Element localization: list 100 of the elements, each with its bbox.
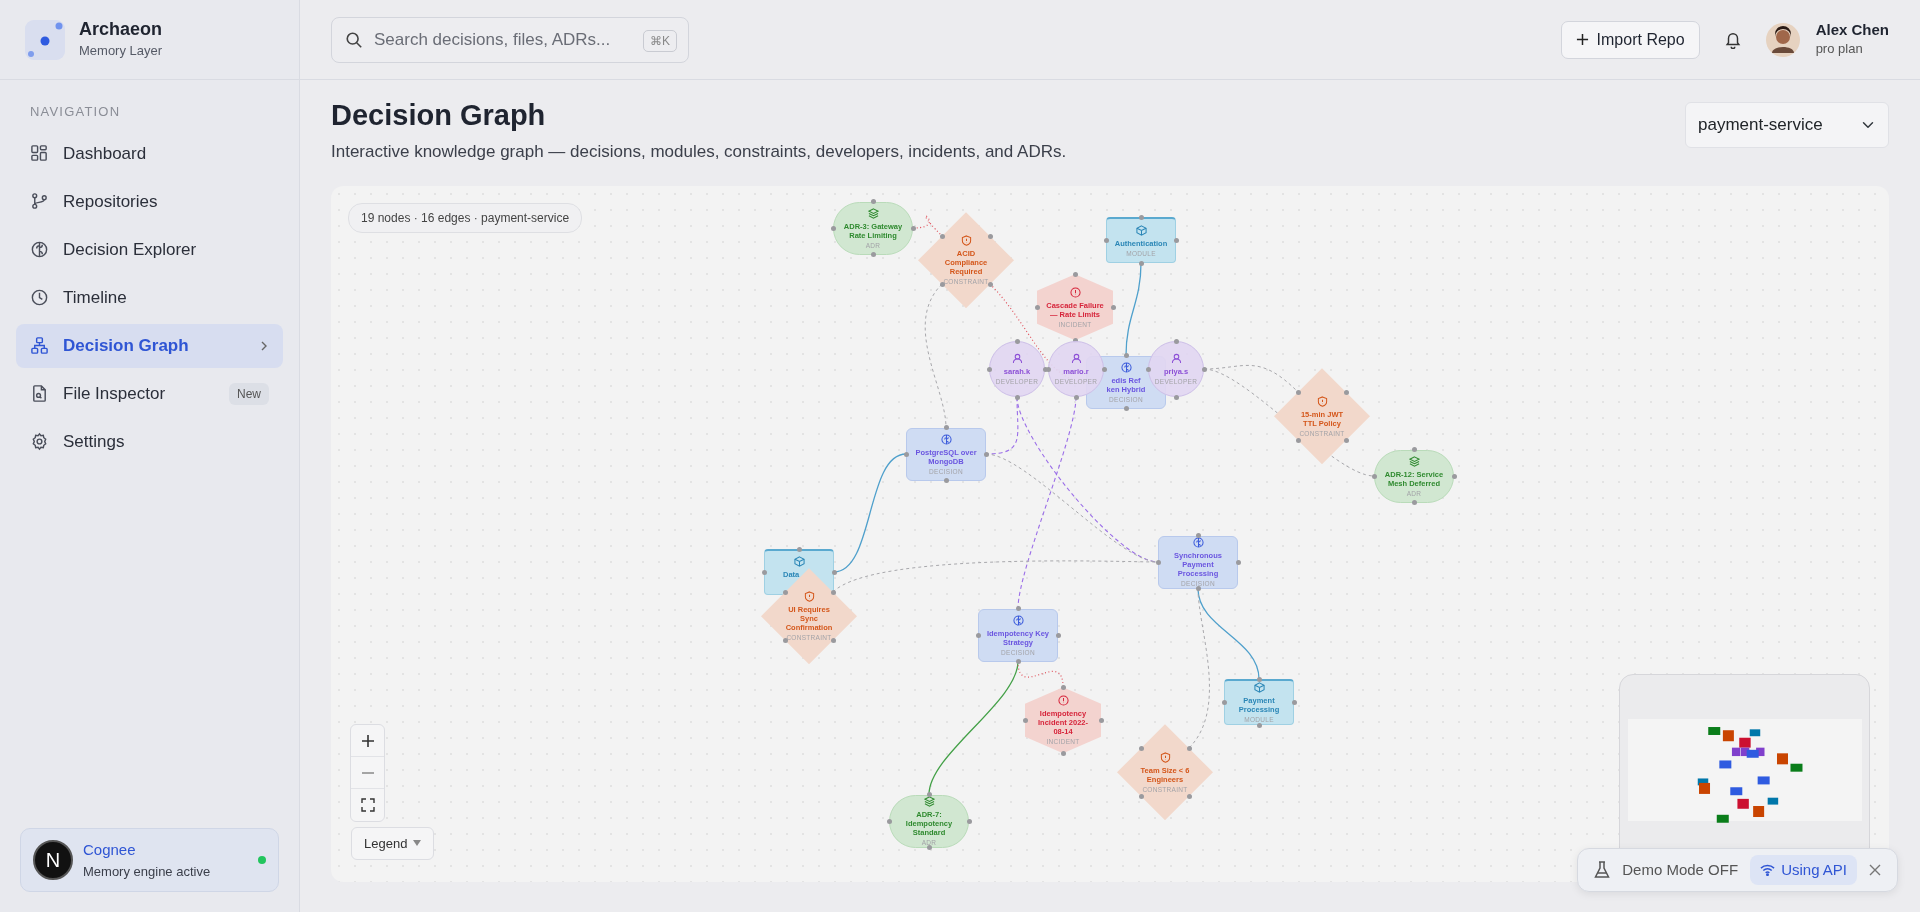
user-icon bbox=[1170, 353, 1182, 365]
connection-handle[interactable] bbox=[782, 637, 788, 643]
connection-handle[interactable] bbox=[870, 252, 876, 258]
layers-icon bbox=[923, 796, 935, 808]
connection-handle[interactable] bbox=[1186, 793, 1192, 799]
connection-handle[interactable] bbox=[987, 233, 993, 239]
connection-handle[interactable] bbox=[1060, 750, 1066, 756]
connection-handle[interactable] bbox=[975, 632, 981, 638]
connection-handle[interactable] bbox=[831, 569, 837, 575]
legend-button[interactable]: Legend bbox=[351, 826, 435, 860]
nav-item[interactable]: Decision Graph bbox=[16, 323, 283, 368]
plus-icon bbox=[359, 732, 376, 749]
connection-handle[interactable] bbox=[986, 366, 992, 372]
grid-icon bbox=[30, 144, 49, 163]
connection-handle[interactable] bbox=[1123, 353, 1129, 359]
shield-icon bbox=[1316, 395, 1328, 407]
connection-handle[interactable] bbox=[830, 589, 836, 595]
connection-handle[interactable] bbox=[1411, 447, 1417, 453]
connection-handle[interactable] bbox=[1343, 389, 1349, 395]
connection-handle[interactable] bbox=[870, 199, 876, 205]
connection-handle[interactable] bbox=[1138, 793, 1144, 799]
connection-handle[interactable] bbox=[1295, 437, 1301, 443]
connection-handle[interactable] bbox=[1295, 389, 1301, 395]
connection-handle[interactable] bbox=[1371, 473, 1377, 479]
notification-bell-icon[interactable] bbox=[1723, 30, 1742, 49]
nav-item[interactable]: File Inspector New bbox=[16, 371, 283, 416]
connection-handle[interactable] bbox=[1138, 214, 1144, 220]
connection-handle[interactable] bbox=[1015, 659, 1021, 665]
connection-handle[interactable] bbox=[761, 569, 767, 575]
gear-icon bbox=[30, 432, 49, 451]
connection-handle[interactable] bbox=[1173, 237, 1179, 243]
api-label: Using API bbox=[1781, 859, 1847, 880]
connection-handle[interactable] bbox=[943, 478, 949, 484]
connection-handle[interactable] bbox=[1098, 717, 1104, 723]
connection-handle[interactable] bbox=[966, 818, 972, 824]
connection-handle[interactable] bbox=[1173, 338, 1179, 344]
connection-handle[interactable] bbox=[1022, 717, 1028, 723]
connection-handle[interactable] bbox=[1055, 632, 1061, 638]
connection-handle[interactable] bbox=[1015, 606, 1021, 612]
connection-handle[interactable] bbox=[1138, 260, 1144, 266]
repository-select[interactable]: payment-service bbox=[1685, 102, 1889, 148]
nav-item[interactable]: Decision Explorer bbox=[16, 227, 283, 272]
connection-handle[interactable] bbox=[1451, 473, 1457, 479]
connection-handle[interactable] bbox=[1014, 394, 1020, 400]
user-name: Alex Chen bbox=[1815, 20, 1889, 39]
close-button[interactable] bbox=[1869, 864, 1881, 876]
connection-handle[interactable] bbox=[1411, 500, 1417, 506]
connection-handle[interactable] bbox=[943, 425, 949, 431]
connection-handle[interactable] bbox=[910, 225, 916, 231]
connection-handle[interactable] bbox=[983, 451, 989, 457]
user-icon bbox=[1070, 353, 1082, 365]
connection-handle[interactable] bbox=[926, 845, 932, 851]
connection-handle[interactable] bbox=[926, 792, 932, 798]
connection-handle[interactable] bbox=[1195, 586, 1201, 592]
connection-handle[interactable] bbox=[1186, 745, 1192, 751]
app-tagline: Memory Layer bbox=[79, 41, 163, 60]
connection-handle[interactable] bbox=[1060, 684, 1066, 690]
connection-handle[interactable] bbox=[1201, 366, 1207, 372]
connection-handle[interactable] bbox=[1221, 699, 1227, 705]
brain-icon bbox=[30, 240, 49, 259]
connection-handle[interactable] bbox=[1073, 394, 1079, 400]
engine-name: Cognee bbox=[83, 840, 137, 860]
connection-handle[interactable] bbox=[1034, 304, 1040, 310]
connection-handle[interactable] bbox=[796, 546, 802, 552]
hierarchy-icon bbox=[30, 336, 49, 355]
connection-handle[interactable] bbox=[1256, 722, 1262, 728]
demo-mode-label: Demo Mode OFF bbox=[1622, 859, 1739, 880]
connection-handle[interactable] bbox=[1235, 559, 1241, 565]
connection-handle[interactable] bbox=[782, 589, 788, 595]
connection-handle[interactable] bbox=[1138, 745, 1144, 751]
connection-handle[interactable] bbox=[1072, 271, 1078, 277]
connection-handle[interactable] bbox=[886, 818, 892, 824]
fullscreen-icon bbox=[360, 798, 375, 812]
connection-handle[interactable] bbox=[1155, 559, 1161, 565]
connection-handle[interactable] bbox=[1014, 338, 1020, 344]
nav-item[interactable]: Repositories bbox=[16, 179, 283, 224]
connection-handle[interactable] bbox=[987, 281, 993, 287]
connection-handle[interactable] bbox=[1195, 533, 1201, 539]
shield-icon bbox=[803, 591, 815, 603]
connection-handle[interactable] bbox=[903, 451, 909, 457]
connection-handle[interactable] bbox=[1072, 337, 1078, 343]
import-button[interactable]: Import Repo bbox=[1560, 20, 1700, 59]
nav-item[interactable]: Dashboard bbox=[16, 131, 283, 176]
brain-icon bbox=[1120, 361, 1132, 373]
connection-handle[interactable] bbox=[1103, 237, 1109, 243]
connection-handle[interactable] bbox=[939, 233, 945, 239]
nav-item[interactable]: Timeline bbox=[16, 275, 283, 320]
connection-handle[interactable] bbox=[830, 637, 836, 643]
user-avatar[interactable] bbox=[1765, 22, 1800, 57]
connection-handle[interactable] bbox=[1110, 304, 1116, 310]
connection-handle[interactable] bbox=[1256, 676, 1262, 682]
brain-icon bbox=[1192, 537, 1204, 549]
nav-item[interactable]: Settings bbox=[16, 419, 283, 464]
connection-handle[interactable] bbox=[939, 281, 945, 287]
connection-handle[interactable] bbox=[1123, 406, 1129, 412]
connection-handle[interactable] bbox=[830, 225, 836, 231]
connection-handle[interactable] bbox=[1173, 394, 1179, 400]
connection-handle[interactable] bbox=[1343, 437, 1349, 443]
connection-handle[interactable] bbox=[1291, 699, 1297, 705]
shortcut-hint: ⌘K bbox=[643, 29, 677, 52]
